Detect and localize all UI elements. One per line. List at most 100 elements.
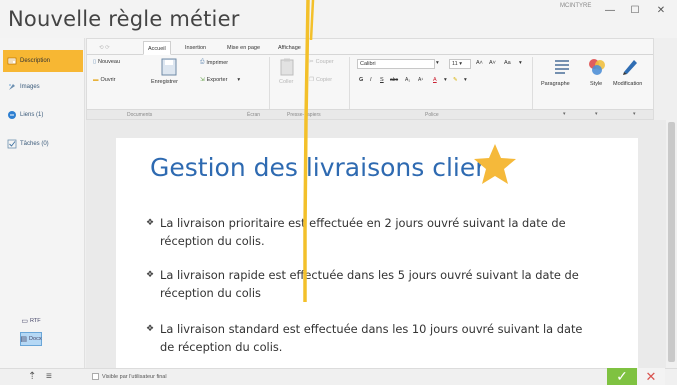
- chevron-down-icon[interactable]: ▾: [444, 77, 447, 83]
- tab-insertion[interactable]: Insertion: [181, 41, 210, 55]
- bold-button[interactable]: G: [359, 77, 363, 83]
- chevron-down-icon[interactable]: ▾: [464, 77, 467, 83]
- chevron-down-icon[interactable]: ▾: [595, 111, 598, 117]
- chevron-down-icon: ▾: [237, 77, 241, 83]
- new-document-icon: ▯: [93, 59, 97, 65]
- format-rtf-icon: ▭: [21, 318, 29, 325]
- font-color-button[interactable]: A: [433, 77, 437, 83]
- list-item-line2: réception du colis: [160, 286, 261, 300]
- font-name-select[interactable]: Calibri: [357, 59, 435, 69]
- images-icon: [9, 84, 15, 90]
- font-size-select[interactable]: 11 ▾: [449, 59, 471, 69]
- paragraph-button[interactable]: Paragraphe: [541, 81, 570, 87]
- save-button[interactable]: Enregistrer: [151, 79, 178, 85]
- format-docx-icon: ▤: [20, 336, 28, 343]
- highlight-icon[interactable]: ✎: [453, 77, 458, 83]
- close-icon[interactable]: ✕: [652, 4, 670, 18]
- ribbon-tabs: ⟲ ⟳ Accueil Insertion Mise en page Affic…: [87, 39, 653, 55]
- divider: [532, 57, 533, 109]
- document-area[interactable]: Gestion des livraisons client ❖ La livra…: [86, 120, 666, 378]
- format-docx[interactable]: ▤ Docx: [20, 332, 42, 346]
- strikethrough-button[interactable]: abc: [390, 77, 398, 83]
- scissors-icon: ✂: [309, 59, 314, 65]
- chevron-down-icon[interactable]: ▾: [519, 60, 522, 66]
- pencil-icon: [623, 60, 637, 75]
- format-rtf-label: RTF: [30, 318, 41, 324]
- group-documents: Documents: [127, 112, 153, 118]
- ribbon-group-labels: Documents Écran Presse-papiers Police ▾ …: [87, 109, 653, 119]
- minimize-icon[interactable]: —: [601, 4, 619, 18]
- chevron-down-icon[interactable]: ▾: [633, 111, 636, 117]
- bullet-marker: ❖: [146, 270, 155, 280]
- list-item-line2: réception du colis.: [160, 234, 265, 248]
- group-ecran: Écran: [247, 112, 261, 118]
- export-label: Exporter: [206, 77, 228, 83]
- save-label: Enregistrer: [151, 79, 178, 85]
- sidebar-item-links[interactable]: Liens (1): [3, 104, 83, 126]
- cancel-button[interactable]: ✕: [637, 368, 665, 385]
- print-button[interactable]: ⎙ Imprimer: [200, 59, 228, 66]
- sidebar-item-tasks[interactable]: Tâches (0): [3, 133, 83, 155]
- title-bar: Nouvelle règle métier MCINTYRE — ☐ ✕: [0, 0, 677, 38]
- check-icon: ✓: [616, 368, 628, 384]
- sidebar-item-description[interactable]: Description: [3, 50, 83, 72]
- superscript-button[interactable]: A¹: [418, 77, 423, 83]
- italic-button[interactable]: I: [370, 77, 372, 83]
- document-page[interactable]: Gestion des livraisons client ❖ La livra…: [116, 138, 638, 378]
- status-bar: ⇡ ≡ Visible par l'utilisateur final: [0, 368, 677, 385]
- visible-checkbox[interactable]: [92, 373, 99, 380]
- modification-button[interactable]: Modification: [613, 81, 642, 87]
- style-icon: [589, 59, 605, 75]
- list-item: ❖ La livraison prioritaire est effectuée…: [146, 214, 596, 250]
- window-title: Nouvelle règle métier: [8, 7, 240, 31]
- bullet-marker: ❖: [146, 218, 155, 228]
- scrollbar-thumb[interactable]: [668, 122, 675, 362]
- shrink-font-button[interactable]: A˅: [489, 60, 496, 66]
- format-docx-label: Docx: [29, 336, 42, 342]
- copy-label: Copier: [315, 77, 333, 83]
- paragraph-icon: [555, 60, 569, 74]
- open-label: Ouvrir: [100, 77, 116, 83]
- menu-icon[interactable]: ≡: [46, 371, 52, 382]
- paste-button[interactable]: Coller: [279, 79, 293, 85]
- star-icon: [474, 144, 516, 184]
- save-icon: [161, 58, 177, 76]
- change-case-button[interactable]: Aa: [504, 60, 511, 66]
- modification-label: Modification: [613, 81, 643, 87]
- font-dropdown-chevron-icon[interactable]: ▾: [436, 60, 439, 66]
- style-label: Style: [590, 81, 603, 87]
- new-button[interactable]: ▯ Nouveau: [93, 59, 120, 65]
- cross-icon: ✕: [645, 368, 657, 384]
- grow-font-button[interactable]: A˄: [476, 60, 483, 66]
- tab-accueil[interactable]: Accueil: [143, 41, 171, 55]
- quick-access-icon[interactable]: ⟲ ⟳: [95, 41, 114, 55]
- new-label: Nouveau: [98, 59, 121, 65]
- export-icon: ⇲: [200, 77, 205, 83]
- divider: [269, 57, 270, 109]
- cut-button[interactable]: ✂ Couper: [309, 59, 334, 65]
- export-button[interactable]: ⇲ Exporter ▾: [200, 77, 240, 83]
- sidebar-item-images[interactable]: Images: [3, 76, 83, 98]
- chevron-down-icon[interactable]: ▾: [563, 111, 566, 117]
- open-button[interactable]: ▬ Ouvrir: [93, 77, 115, 83]
- upload-icon[interactable]: ⇡: [28, 371, 36, 382]
- visible-toggle[interactable]: Visible par l'utilisateur final: [92, 373, 167, 380]
- list-item-line1: La livraison prioritaire est effectuée e…: [160, 216, 566, 230]
- tab-mise-en-page[interactable]: Mise en page: [223, 41, 264, 55]
- format-rtf[interactable]: ▭ RTF: [20, 314, 42, 328]
- divider: [349, 57, 350, 109]
- vertical-scrollbar[interactable]: [666, 120, 677, 368]
- list-item-line1: La livraison standard est effectuée dans…: [160, 322, 583, 336]
- font-name-value: Calibri: [360, 61, 376, 67]
- maximize-icon[interactable]: ☐: [626, 4, 644, 18]
- ok-button[interactable]: ✓: [607, 368, 637, 385]
- subscript-button[interactable]: A₁: [405, 77, 410, 83]
- underline-button[interactable]: S: [380, 77, 384, 83]
- list-item-line1: La livraison rapide est effectuée dans l…: [160, 268, 579, 282]
- tab-affichage[interactable]: Affichage: [274, 41, 305, 55]
- group-clipboard: Presse-papiers: [287, 112, 321, 118]
- sidebar: Description Images Liens (1) Tâches (0) …: [0, 38, 85, 368]
- sidebar-item-label: Description: [20, 58, 51, 64]
- style-button[interactable]: Style: [590, 81, 602, 87]
- copy-button[interactable]: ❐ Copier: [309, 77, 332, 83]
